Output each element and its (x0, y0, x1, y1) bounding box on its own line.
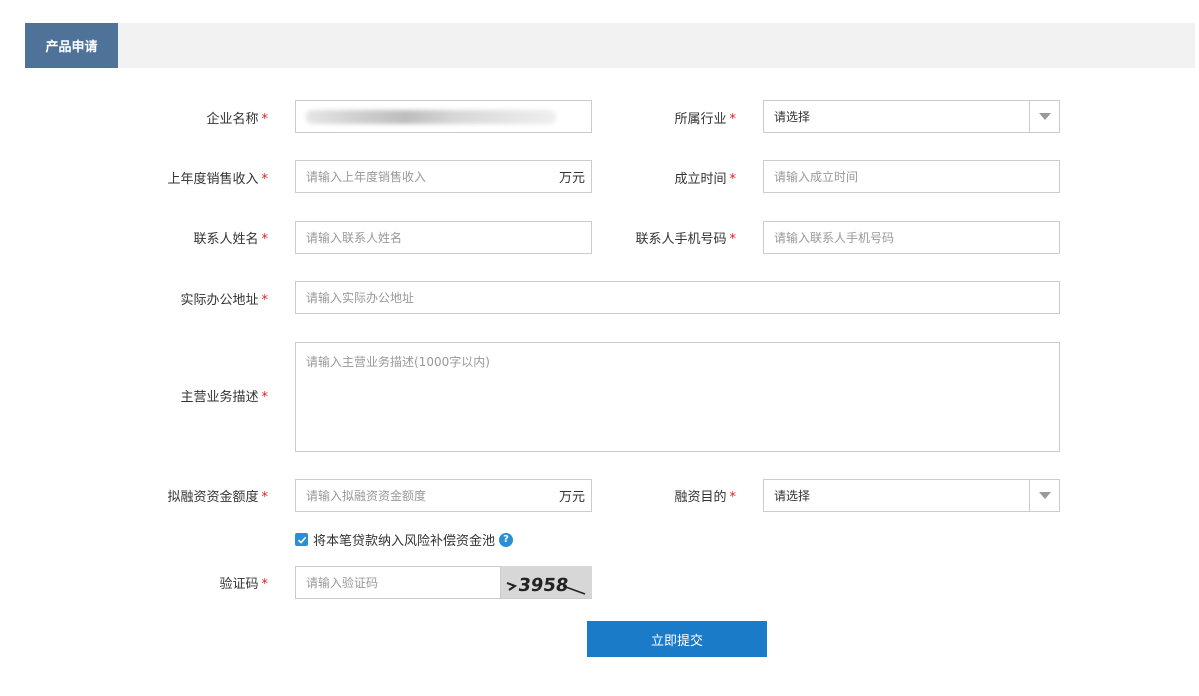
contact-name-placeholder: 请输入联系人姓名 (306, 231, 403, 245)
founded-time-label: 成立时间 * (674, 172, 736, 187)
check-icon (297, 536, 306, 544)
captcha-label: 验证码 * (219, 577, 268, 592)
industry-selected-value: 请选择 (774, 110, 811, 124)
chevron-down-icon (1038, 492, 1051, 499)
captcha-placeholder: 请输入验证码 (306, 576, 379, 590)
risk-pool-checkbox-label[interactable]: 将本笔贷款纳入风险补偿资金池 (313, 530, 495, 549)
financing-amount-field[interactable]: 请输入拟融资资金额度 万元 (295, 479, 592, 512)
risk-pool-option: 将本笔贷款纳入风险补偿资金池 ? (295, 530, 514, 549)
contact-name-field[interactable]: 请输入联系人姓名 (295, 221, 592, 254)
company-name-field[interactable] (295, 100, 592, 133)
industry-dropdown-toggle[interactable] (1029, 101, 1059, 132)
contact-phone-label: 联系人手机号码 * (635, 232, 736, 247)
company-name-redacted (306, 109, 556, 124)
founded-time-field[interactable]: 请输入成立时间 (763, 160, 1060, 193)
business-desc-label: 主营业务描述 * (180, 390, 268, 405)
industry-select[interactable]: 请选择 (763, 100, 1060, 133)
financing-purpose-select[interactable]: 请选择 (763, 479, 1060, 512)
office-address-label: 实际办公地址 * (180, 293, 268, 308)
submit-button[interactable]: 立即提交 (587, 621, 767, 657)
chevron-down-icon (1038, 113, 1051, 120)
revenue-unit: 万元 (558, 171, 585, 186)
revenue-placeholder: 请输入上年度销售收入 (306, 170, 427, 184)
contact-name-label: 联系人姓名 * (193, 232, 268, 247)
financing-amount-unit: 万元 (558, 490, 585, 505)
tab-label: 产品申请 (45, 40, 98, 55)
financing-amount-label: 拟融资资金额度 * (167, 490, 268, 505)
founded-time-placeholder: 请输入成立时间 (774, 170, 859, 184)
tab-product-application[interactable]: 产品申请 (25, 23, 118, 68)
financing-purpose-dropdown-toggle[interactable] (1029, 480, 1059, 511)
contact-phone-field[interactable]: 请输入联系人手机号码 (763, 221, 1060, 254)
financing-purpose-label: 融资目的 * (674, 490, 736, 505)
office-address-placeholder: 请输入实际办公地址 (306, 291, 415, 305)
company-name-label: 企业名称 * (206, 112, 268, 127)
captcha-text: 3958 (517, 575, 570, 596)
business-desc-placeholder: 请输入主营业务描述(1000字以内) (306, 355, 490, 369)
office-address-field[interactable]: 请输入实际办公地址 (295, 281, 1060, 314)
captcha-image[interactable]: 3958 (500, 566, 592, 598)
question-circle-icon[interactable]: ? (499, 532, 514, 547)
contact-phone-placeholder: 请输入联系人手机号码 (774, 231, 895, 245)
business-desc-textarea[interactable]: 请输入主营业务描述(1000字以内) (295, 342, 1060, 452)
page-header-bar: 产品申请 (25, 23, 1195, 68)
industry-label: 所属行业 * (674, 112, 736, 127)
financing-amount-placeholder: 请输入拟融资资金额度 (306, 489, 427, 503)
revenue-field[interactable]: 请输入上年度销售收入 万元 (295, 160, 592, 193)
risk-pool-checkbox[interactable] (295, 533, 308, 546)
financing-purpose-selected-value: 请选择 (774, 489, 811, 503)
revenue-label: 上年度销售收入 * (167, 172, 268, 187)
captcha-graphic: 3958 (506, 575, 586, 596)
